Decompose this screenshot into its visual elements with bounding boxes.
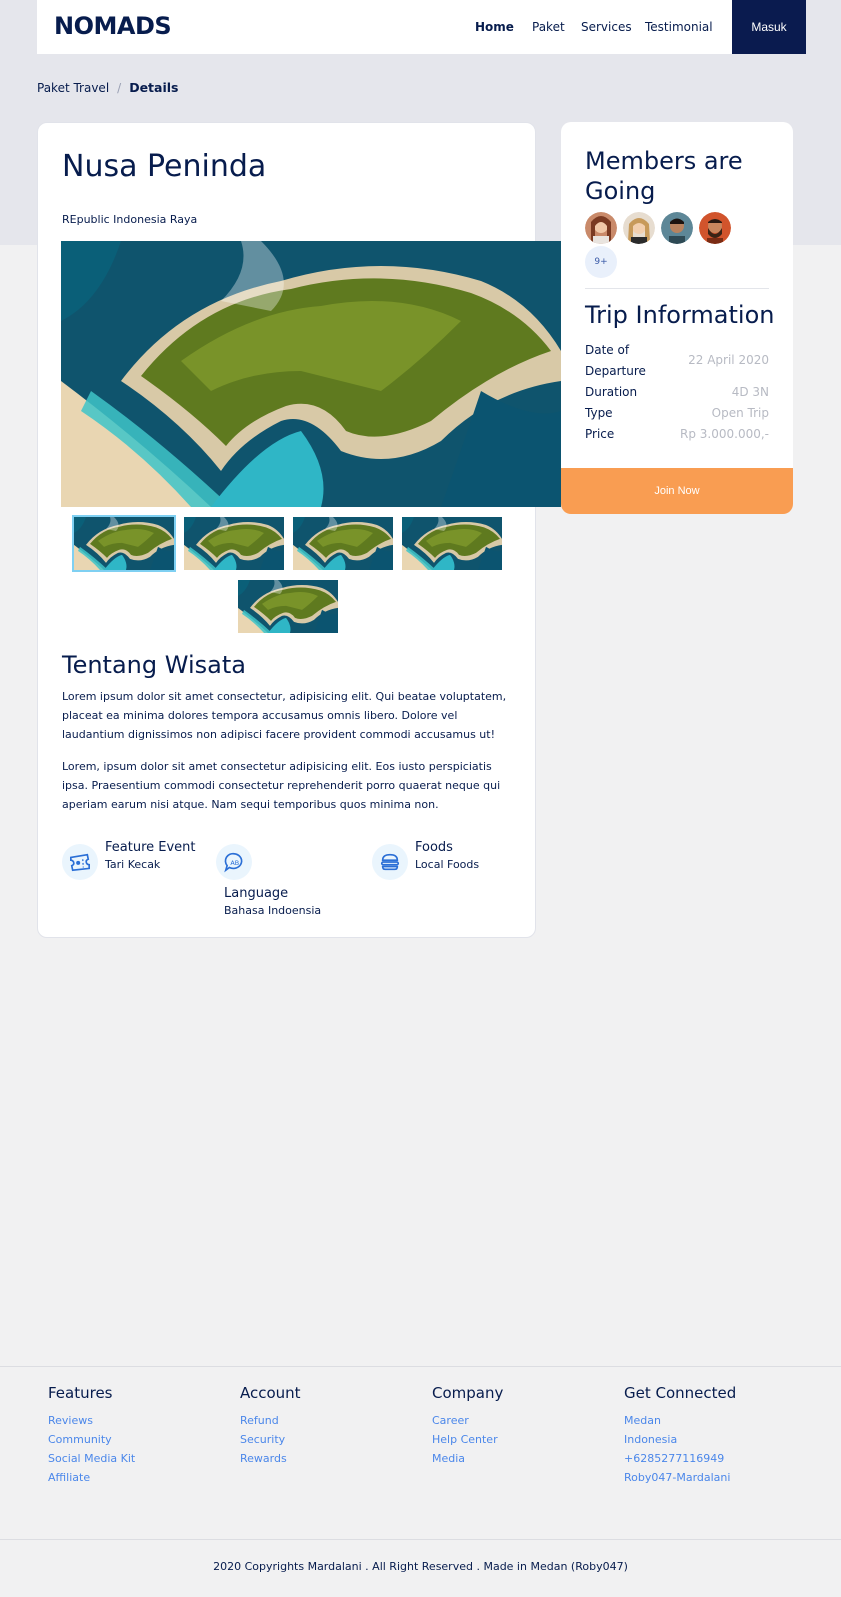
member-avatar — [585, 212, 617, 244]
footer-heading: Account — [240, 1384, 301, 1402]
footer-link[interactable]: Medan — [624, 1411, 736, 1430]
feature-title: Language — [224, 886, 289, 901]
footer-link[interactable]: Security — [240, 1430, 301, 1449]
gallery-thumbnail[interactable] — [293, 517, 393, 570]
nav-home-link[interactable]: Home — [475, 20, 514, 34]
info-label: Type — [585, 406, 613, 420]
footer-column-account: Account Refund Security Rewards — [240, 1384, 301, 1468]
feature-value: Tari Kecak — [105, 858, 161, 871]
sidebar-divider — [585, 288, 769, 289]
members-heading: Members are Going — [585, 147, 743, 205]
footer-link[interactable]: Media — [432, 1449, 503, 1468]
about-paragraph: Lorem, ipsum dolor sit amet consectetur … — [62, 760, 501, 811]
chat-bubble-icon: AB — [216, 844, 252, 880]
breadcrumb-separator: / — [117, 80, 122, 95]
gallery-thumbnail[interactable] — [184, 517, 284, 570]
footer-link[interactable]: Social Media Kit — [48, 1449, 135, 1468]
svg-text:AB: AB — [230, 859, 239, 867]
nav-paket-link[interactable]: Paket — [532, 20, 565, 34]
feature-title: Feature Event — [105, 840, 196, 855]
join-now-button[interactable]: Join Now — [561, 468, 793, 514]
footer-link[interactable]: Career — [432, 1411, 503, 1430]
location-subtitle: REpublic Indonesia Raya — [62, 213, 198, 226]
main-photo — [61, 241, 561, 507]
footer-link[interactable]: Rewards — [240, 1449, 301, 1468]
info-label: Date of Departure — [585, 343, 646, 378]
info-value: Rp 3.000.000,- — [680, 427, 769, 441]
burger-icon — [372, 844, 408, 880]
feature-value: Bahasa Indoensia — [224, 904, 322, 917]
login-button[interactable]: Masuk — [732, 0, 806, 54]
gallery-thumbnail[interactable] — [402, 517, 502, 570]
gallery-thumbnail[interactable] — [238, 580, 338, 633]
footer-link[interactable]: Roby047-Mardalani — [624, 1468, 736, 1487]
footer-column-features: Features Reviews Community Social Media … — [48, 1384, 135, 1487]
footer-link[interactable]: Help Center — [432, 1430, 503, 1449]
nav-testimonial-link[interactable]: Testimonial — [645, 20, 713, 34]
more-members-badge: 9+ — [585, 246, 617, 278]
breadcrumb-current: Details — [129, 80, 179, 95]
navbar: NOMADS Home Paket Services Testimonial M… — [37, 0, 806, 54]
footer-link[interactable]: Indonesia — [624, 1430, 736, 1449]
feature-value: Local Foods — [415, 858, 480, 871]
trip-sidebar: Members are Going 9+ Trip Information Da… — [561, 122, 793, 514]
nav-services-link[interactable]: Services — [581, 20, 632, 34]
member-avatar — [661, 212, 693, 244]
info-label: Price — [585, 427, 615, 441]
footer-divider — [0, 1366, 841, 1367]
footer-bottom-divider — [0, 1539, 841, 1540]
footer-heading: Features — [48, 1384, 113, 1402]
about-heading: Tentang Wisata — [62, 651, 246, 679]
info-value: 22 April 2020 — [688, 353, 769, 367]
info-value: 4D 3N — [731, 385, 769, 399]
footer-link[interactable]: Reviews — [48, 1411, 135, 1430]
feature-title: Foods — [415, 840, 453, 855]
info-value: Open Trip — [711, 406, 769, 420]
member-avatar — [699, 212, 731, 244]
footer-heading: Get Connected — [624, 1384, 737, 1402]
footer-link[interactable]: Refund — [240, 1411, 301, 1430]
breadcrumb-parent-link[interactable]: Paket Travel — [37, 81, 109, 95]
copyright-text: 2020 Copyrights Mardalani . All Right Re… — [213, 1560, 628, 1573]
page-title: Nusa Peninda — [62, 149, 267, 184]
brand-logo[interactable]: NOMADS — [54, 12, 172, 40]
footer-column-company: Company Career Help Center Media — [432, 1384, 503, 1468]
gallery-thumbnail[interactable] — [72, 515, 176, 572]
about-paragraph: Lorem ipsum dolor sit amet consectetur, … — [62, 690, 507, 741]
member-avatar — [623, 212, 655, 244]
footer-heading: Company — [432, 1384, 504, 1402]
info-label: Duration — [585, 385, 638, 399]
footer-link[interactable]: Community — [48, 1430, 135, 1449]
footer-column-get-connected: Get Connected Medan Indonesia +628527711… — [624, 1384, 736, 1487]
footer-link[interactable]: +6285277116949 — [624, 1449, 736, 1468]
breadcrumb: Paket Travel / Details — [37, 80, 178, 95]
ticket-icon — [62, 844, 98, 880]
footer-link[interactable]: Affiliate — [48, 1468, 135, 1487]
trip-info-heading: Trip Information — [585, 301, 775, 329]
